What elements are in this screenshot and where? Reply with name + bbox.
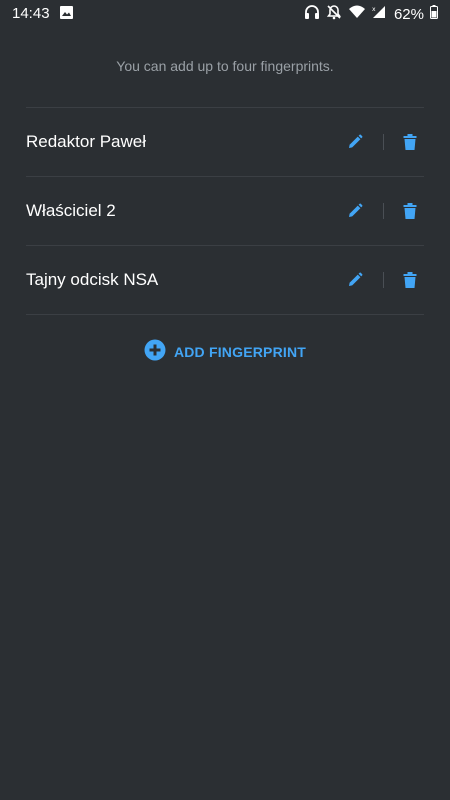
fingerprint-row[interactable]: Właściciel 2 xyxy=(26,177,424,246)
wifi-icon xyxy=(348,5,366,24)
fingerprint-row[interactable]: Tajny odcisk NSA xyxy=(26,246,424,315)
svg-text:x: x xyxy=(372,6,376,13)
headset-icon xyxy=(304,4,320,25)
signal-icon: x xyxy=(372,5,386,24)
add-circle-icon xyxy=(144,339,166,366)
add-fingerprint-label: ADD FINGERPRINT xyxy=(173,344,307,360)
fingerprint-list: Redaktor Paweł Właściciel 2 Tajny odcisk… xyxy=(26,107,424,315)
edit-icon[interactable] xyxy=(341,266,369,294)
delete-icon[interactable] xyxy=(396,266,424,294)
action-separator xyxy=(383,272,384,288)
row-actions xyxy=(341,177,424,245)
delete-icon[interactable] xyxy=(396,128,424,156)
edit-icon[interactable] xyxy=(341,128,369,156)
row-actions xyxy=(341,246,424,314)
image-icon xyxy=(60,6,73,19)
delete-icon[interactable] xyxy=(396,197,424,225)
action-separator xyxy=(383,203,384,219)
notifications-off-icon xyxy=(326,4,342,25)
edit-icon[interactable] xyxy=(341,197,369,225)
status-time: 14:43 xyxy=(12,5,50,22)
row-actions xyxy=(341,108,424,176)
status-bar: 14:43 x 62% xyxy=(0,0,450,28)
fingerprint-row[interactable]: Redaktor Paweł xyxy=(26,108,424,177)
add-fingerprint-button[interactable]: ADD FINGERPRINT xyxy=(0,339,450,366)
action-separator xyxy=(383,134,384,150)
battery-percentage: 62% xyxy=(393,5,424,23)
battery-icon xyxy=(430,4,438,24)
fingerprint-limit-hint: You can add up to four fingerprints. xyxy=(116,58,334,74)
status-icons: x 62% xyxy=(304,4,438,24)
